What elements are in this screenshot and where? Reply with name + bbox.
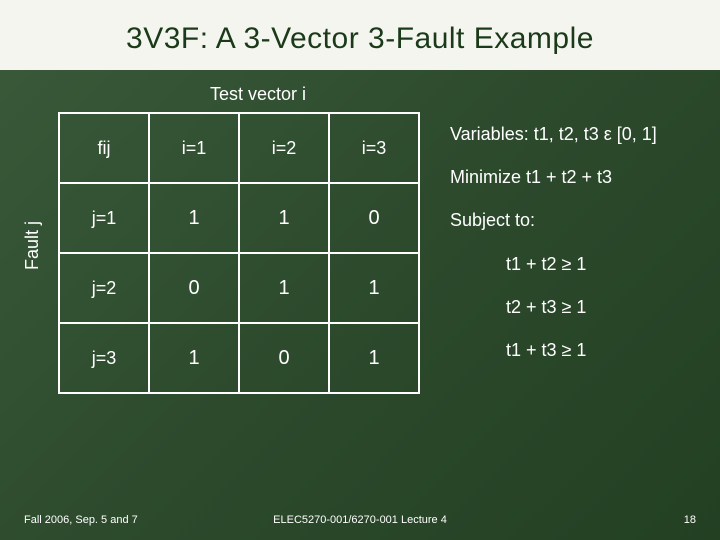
constraint-line: t1 + t2 ≥ 1: [450, 252, 657, 277]
objective-line: Minimize t1 + t2 + t3: [450, 165, 657, 190]
table-cell: 0: [329, 183, 419, 253]
table-row: j=2 0 1 1: [59, 253, 419, 323]
table-cell: 1: [239, 183, 329, 253]
table-row-label: j=1: [59, 183, 149, 253]
slide-title: 3V3F: A 3-Vector 3-Fault Example: [0, 0, 720, 70]
table-header-cell: i=1: [149, 113, 239, 183]
fij-table: fij i=1 i=2 i=3 j=1 1 1 0 j=2 0 1 1 j=3 …: [58, 112, 420, 394]
table-header-cell: i=3: [329, 113, 419, 183]
table-header-cell: i=2: [239, 113, 329, 183]
table-row: j=1 1 1 0: [59, 183, 419, 253]
table-row-label: j=3: [59, 323, 149, 393]
variables-line: Variables: t1, t2, t3 ε [0, 1]: [450, 122, 657, 147]
table-row: fij i=1 i=2 i=3: [59, 113, 419, 183]
optimization-block: Variables: t1, t2, t3 ε [0, 1] Minimize …: [450, 122, 657, 381]
footer-page-number: 18: [684, 514, 696, 526]
table-cell: 1: [329, 323, 419, 393]
constraint-line: t1 + t3 ≥ 1: [450, 338, 657, 363]
fault-j-label: Fault j: [22, 221, 43, 270]
table-cell: 0: [149, 253, 239, 323]
constraint-line: t2 + t3 ≥ 1: [450, 295, 657, 320]
table-row: j=3 1 0 1: [59, 323, 419, 393]
table-cell: 1: [239, 253, 329, 323]
test-vector-label: Test vector i: [210, 84, 306, 105]
table-cell: 1: [149, 183, 239, 253]
subject-to-line: Subject to:: [450, 208, 657, 233]
table-cell: 1: [149, 323, 239, 393]
table-cell: 1: [329, 253, 419, 323]
table-header-cell: fij: [59, 113, 149, 183]
table-row-label: j=2: [59, 253, 149, 323]
table-cell: 0: [239, 323, 329, 393]
footer-course: ELEC5270-001/6270-001 Lecture 4: [0, 514, 720, 526]
